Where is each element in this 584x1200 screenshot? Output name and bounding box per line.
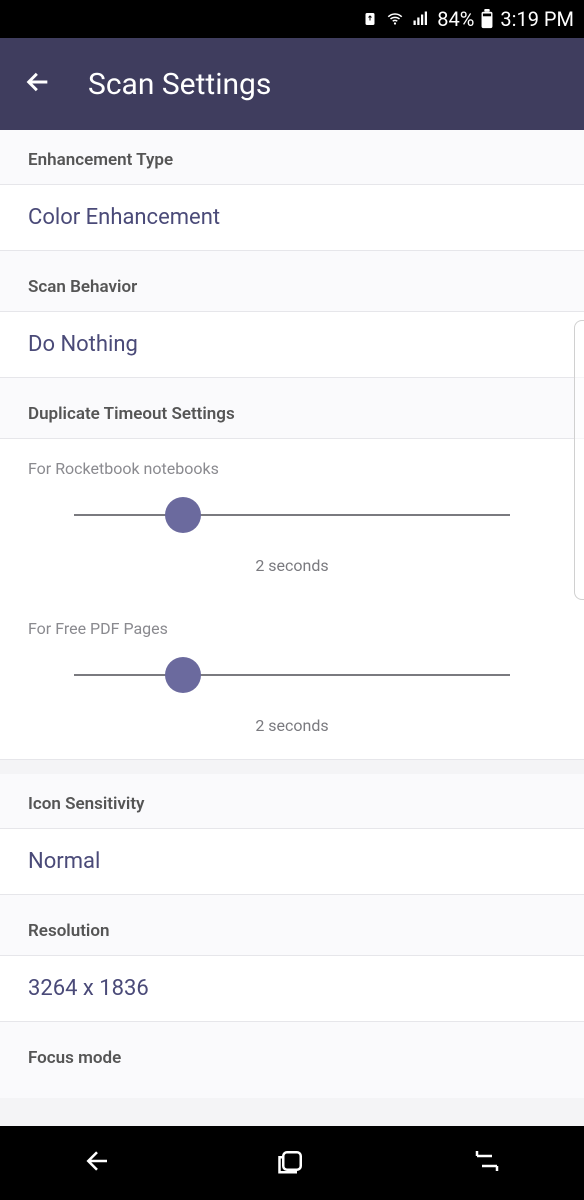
- icon-sensitivity-value[interactable]: Normal: [0, 829, 584, 895]
- enhancement-type-label: Enhancement Type: [0, 130, 584, 185]
- status-bar: 84% 3:19 PM: [0, 0, 584, 38]
- rocketbook-timeout-label: For Rocketbook notebooks: [28, 459, 556, 478]
- back-button[interactable]: [24, 68, 52, 100]
- freepdf-timeout-label: For Free PDF Pages: [28, 619, 556, 638]
- app-bar: Scan Settings: [0, 38, 584, 130]
- resolution-label: Resolution: [0, 895, 584, 956]
- scan-behavior-label: Scan Behavior: [0, 251, 584, 312]
- battery-icon: [480, 9, 494, 29]
- arrow-left-icon: [82, 1146, 112, 1176]
- icon-sensitivity-label: Icon Sensitivity: [0, 774, 584, 829]
- slider-track: [74, 674, 510, 676]
- page-title: Scan Settings: [88, 67, 271, 102]
- resolution-value[interactable]: 3264 x 1836: [0, 956, 584, 1022]
- slider-thumb[interactable]: [165, 657, 201, 693]
- freepdf-timeout-block: For Free PDF Pages 2 seconds: [0, 599, 584, 760]
- freepdf-timeout-value: 2 seconds: [28, 716, 556, 735]
- edge-panel-handle[interactable]: [574, 320, 584, 600]
- freepdf-timeout-slider[interactable]: [74, 674, 510, 676]
- wifi-icon: [385, 10, 405, 28]
- nav-back-button[interactable]: [82, 1146, 112, 1180]
- recycle-icon: [361, 10, 379, 28]
- enhancement-type-value[interactable]: Color Enhancement: [0, 185, 584, 251]
- duplicate-timeout-label: Duplicate Timeout Settings: [0, 378, 584, 439]
- nav-recents-button[interactable]: [472, 1146, 502, 1180]
- signal-icon: [411, 10, 431, 28]
- system-nav-bar: [0, 1126, 584, 1200]
- home-icon: [277, 1146, 307, 1176]
- rocketbook-timeout-value: 2 seconds: [28, 556, 556, 575]
- scan-behavior-value[interactable]: Do Nothing: [0, 312, 584, 378]
- slider-track: [74, 514, 510, 516]
- arrow-left-icon: [24, 68, 52, 96]
- settings-list: Enhancement Type Color Enhancement Scan …: [0, 130, 584, 1098]
- recents-icon: [472, 1146, 502, 1176]
- rocketbook-timeout-slider[interactable]: [74, 514, 510, 516]
- battery-percent: 84%: [437, 7, 474, 31]
- nav-home-button[interactable]: [277, 1146, 307, 1180]
- clock: 3:19 PM: [500, 7, 574, 31]
- slider-thumb[interactable]: [165, 497, 201, 533]
- rocketbook-timeout-block: For Rocketbook notebooks 2 seconds: [0, 439, 584, 599]
- focus-mode-label: Focus mode: [0, 1022, 584, 1098]
